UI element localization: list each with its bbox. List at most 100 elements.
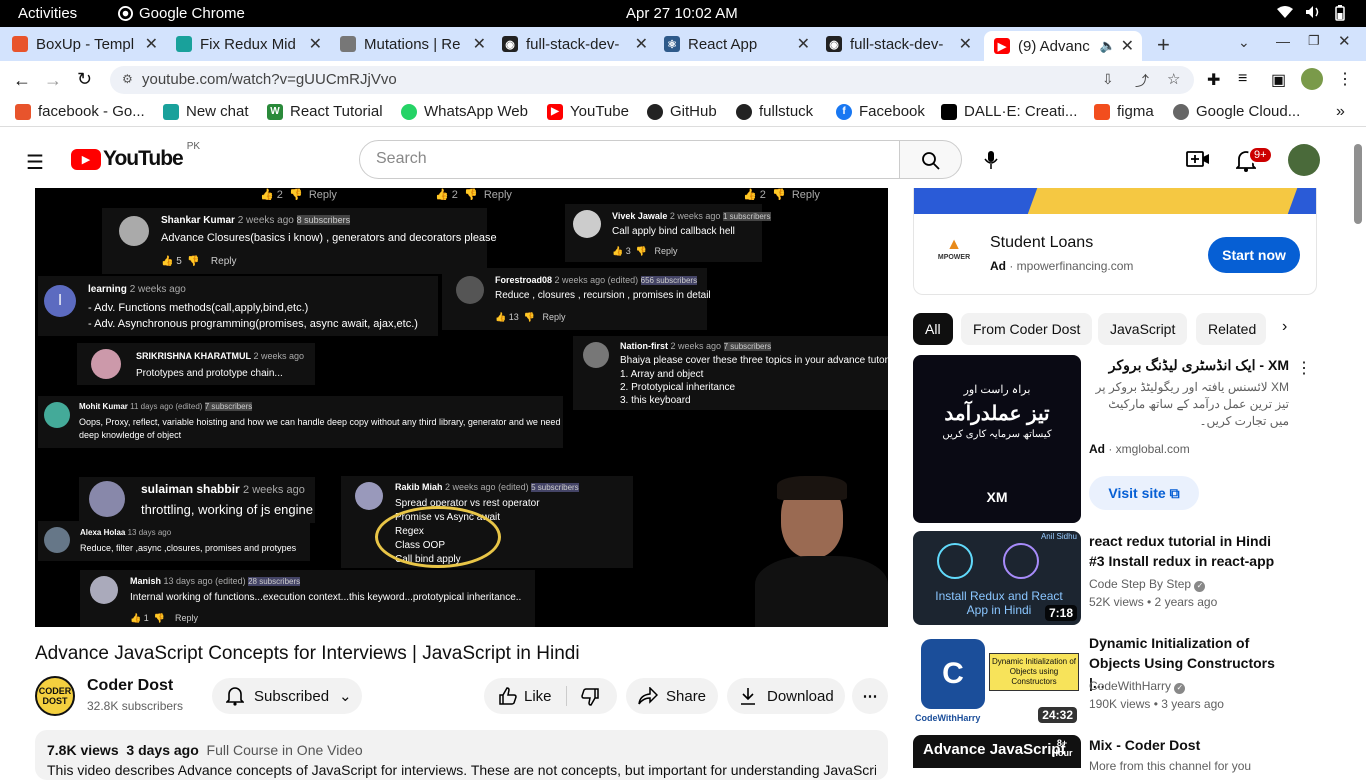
back-icon[interactable]: ← (13, 70, 31, 91)
site-info-icon[interactable]: ⚙ (122, 72, 133, 86)
clock[interactable]: Apr 27 10:02 AM (626, 5, 738, 22)
dislike-button[interactable] (580, 687, 600, 707)
chrome-icon (118, 6, 133, 21)
comment-card: Nation-first 2 weeks ago 7 subscribers B… (573, 336, 888, 410)
related-ad-description: XM لائسنس یافتہ اور ریگولیٹڈ بروکر پر تی… (1095, 380, 1289, 428)
tab-6-active[interactable]: ▶ (9) Advanc 🔈 ✕ (984, 31, 1142, 61)
minimize-icon[interactable]: — (1276, 33, 1290, 49)
bookmark-item[interactable]: W React Tutorial (267, 103, 383, 120)
bookmark-item[interactable]: figma (1094, 103, 1154, 120)
close-tab-icon[interactable]: ✕ (145, 34, 158, 54)
new-tab-button[interactable]: + (1157, 32, 1170, 58)
voice-search-icon[interactable] (984, 150, 998, 170)
youtube-logo[interactable]: ▶ YouTube PK (71, 141, 200, 171)
video-player[interactable]: 👍 2 👎 Reply 👍 2 👎 Reply 👍 2 👎 Reply Shan… (35, 188, 888, 627)
share-icon[interactable]: ⤴ (1135, 71, 1149, 91)
more-actions-button[interactable]: ⋯ (852, 678, 888, 714)
wifi-icon[interactable] (1277, 5, 1293, 19)
tab-search-icon[interactable]: ⌄ (1238, 34, 1250, 51)
install-app-icon[interactable]: ⇩ (1102, 71, 1114, 88)
related-channel[interactable]: Code Step By Step (1089, 577, 1191, 591)
subscribed-button[interactable]: Subscribed ⌄ (212, 678, 362, 714)
bookmark-item[interactable]: GitHub (647, 103, 717, 120)
activities-button[interactable]: Activities (18, 5, 77, 22)
close-tab-icon[interactable]: ✕ (1121, 36, 1134, 56)
close-tab-icon[interactable]: ✕ (797, 34, 810, 54)
extensions-icon[interactable]: ✚ (1207, 70, 1220, 90)
channel-name[interactable]: Coder Dost (87, 677, 173, 695)
account-avatar[interactable] (1288, 144, 1320, 176)
related-title[interactable]: XM - ایک انڈسٹری لیڈنگ بروکر (1089, 355, 1289, 375)
bookmark-item[interactable]: Google Cloud... (1173, 103, 1300, 120)
tab-4[interactable]: ⚛ React App ✕ (664, 31, 814, 57)
page-scrollbar[interactable] (1354, 144, 1362, 224)
bookmark-item[interactable]: WhatsApp Web (401, 103, 528, 120)
tab-3[interactable]: ◉ full-stack-dev- ✕ (502, 31, 652, 57)
bookmark-item[interactable]: ▶ YouTube (547, 103, 629, 120)
more-vert-icon[interactable]: ⋮ (1296, 358, 1312, 378)
chip-related[interactable]: Related (1196, 313, 1266, 345)
tab-1[interactable]: Fix Redux Mid ✕ (176, 31, 326, 57)
volume-icon[interactable] (1305, 5, 1321, 19)
profile-avatar[interactable] (1301, 68, 1323, 90)
chips-next-icon[interactable]: › (1282, 318, 1287, 336)
url-text[interactable]: youtube.com/watch?v=gUUCmRJjVvo (142, 71, 397, 88)
figma-icon (1094, 103, 1110, 120)
bookmark-item[interactable]: DALL·E: Creati... (941, 103, 1077, 120)
close-tab-icon[interactable]: ✕ (309, 34, 322, 54)
subscribed-label: Subscribed (254, 687, 330, 705)
maximize-icon[interactable]: ❐ (1308, 33, 1320, 49)
media-control-icon[interactable]: ≡ (1238, 70, 1247, 88)
related-channel[interactable]: CodeWithHarry (1089, 679, 1171, 693)
bookmark-item[interactable]: New chat (163, 103, 249, 120)
create-video-icon[interactable] (1186, 150, 1210, 168)
bookmark-item[interactable]: f Facebook (836, 103, 925, 120)
close-tab-icon[interactable]: ✕ (959, 34, 972, 54)
chip-from-channel[interactable]: From Coder Dost (961, 313, 1093, 345)
thumbs-up-icon (499, 687, 517, 705)
related-thumbnail[interactable]: براہ راست اور تیز عملدرآمد کیساتھ سرمایہ… (913, 355, 1081, 523)
chip-all[interactable]: All (913, 313, 953, 345)
bookmark-item[interactable]: fullstuck (736, 103, 813, 120)
more-bookmarks-icon[interactable]: » (1336, 103, 1345, 121)
ad-domain: mpowerfinancing.com (1016, 259, 1134, 273)
download-button[interactable]: Download (727, 678, 845, 714)
app-name: Google Chrome (139, 5, 245, 22)
like-button[interactable] (498, 686, 518, 706)
share-button[interactable]: Share (626, 678, 718, 714)
react-icon (937, 543, 973, 579)
chrome-menu-icon[interactable]: ⋮ (1337, 69, 1353, 89)
related-thumbnail[interactable]: Advance JavaScript 8+ Hour (913, 735, 1081, 768)
search-button[interactable] (899, 140, 962, 179)
app-menu[interactable]: Google Chrome (118, 5, 245, 22)
bookmark-item[interactable]: facebook - Go... (15, 103, 145, 120)
close-tab-icon[interactable]: ✕ (473, 34, 486, 54)
audio-playing-icon[interactable]: 🔈 (1100, 38, 1116, 54)
omnibox[interactable]: ⚙ youtube.com/watch?v=gUUCmRJjVvo ⇩ ⤴ ☆ (110, 66, 1194, 94)
hamburger-menu-icon[interactable]: ☰ (26, 150, 44, 175)
channel-avatar[interactable]: CODER DOST (35, 676, 75, 716)
description-box[interactable]: 7.8K views 3 days ago Full Course in One… (35, 730, 888, 780)
side-panel-icon[interactable]: ▣ (1271, 70, 1286, 90)
visit-site-button[interactable]: Visit site ⧉ (1089, 476, 1199, 510)
chip-javascript[interactable]: JavaScript (1098, 313, 1188, 345)
comment-action-row: 👍 2 👎 Reply (435, 189, 512, 201)
tab-0[interactable]: BoxUp - Templ ✕ (12, 31, 162, 57)
start-now-button[interactable]: Start now (1208, 237, 1300, 273)
tab-2[interactable]: Mutations | Re ✕ (340, 31, 490, 57)
reload-icon[interactable]: ↻ (77, 69, 92, 90)
close-window-icon[interactable]: ✕ (1338, 32, 1351, 50)
related-title[interactable]: react redux tutorial in Hindi #3 Install… (1089, 531, 1289, 571)
search-input[interactable]: Search (359, 140, 900, 179)
bookmark-star-icon[interactable]: ☆ (1167, 70, 1180, 88)
forward-icon[interactable]: → (44, 70, 62, 91)
description-link[interactable]: Full Course in One Video (207, 742, 363, 758)
comment-card: l learning 2 weeks ago - Adv. Functions … (38, 276, 438, 336)
close-tab-icon[interactable]: ✕ (635, 34, 648, 54)
related-thumbnail[interactable]: C Dynamic Initialization of Objects usin… (913, 633, 1081, 727)
battery-icon[interactable] (1335, 5, 1345, 21)
related-thumbnail[interactable]: Anil Sidhu Install Redux and React App i… (913, 531, 1081, 625)
ad-card[interactable]: ▲ MPOWER Student Loans Ad · mpowerfinanci… (913, 188, 1317, 295)
related-title[interactable]: Mix - Coder Dost (1089, 735, 1289, 755)
tab-5[interactable]: ◉ full-stack-dev- ✕ (826, 31, 976, 57)
